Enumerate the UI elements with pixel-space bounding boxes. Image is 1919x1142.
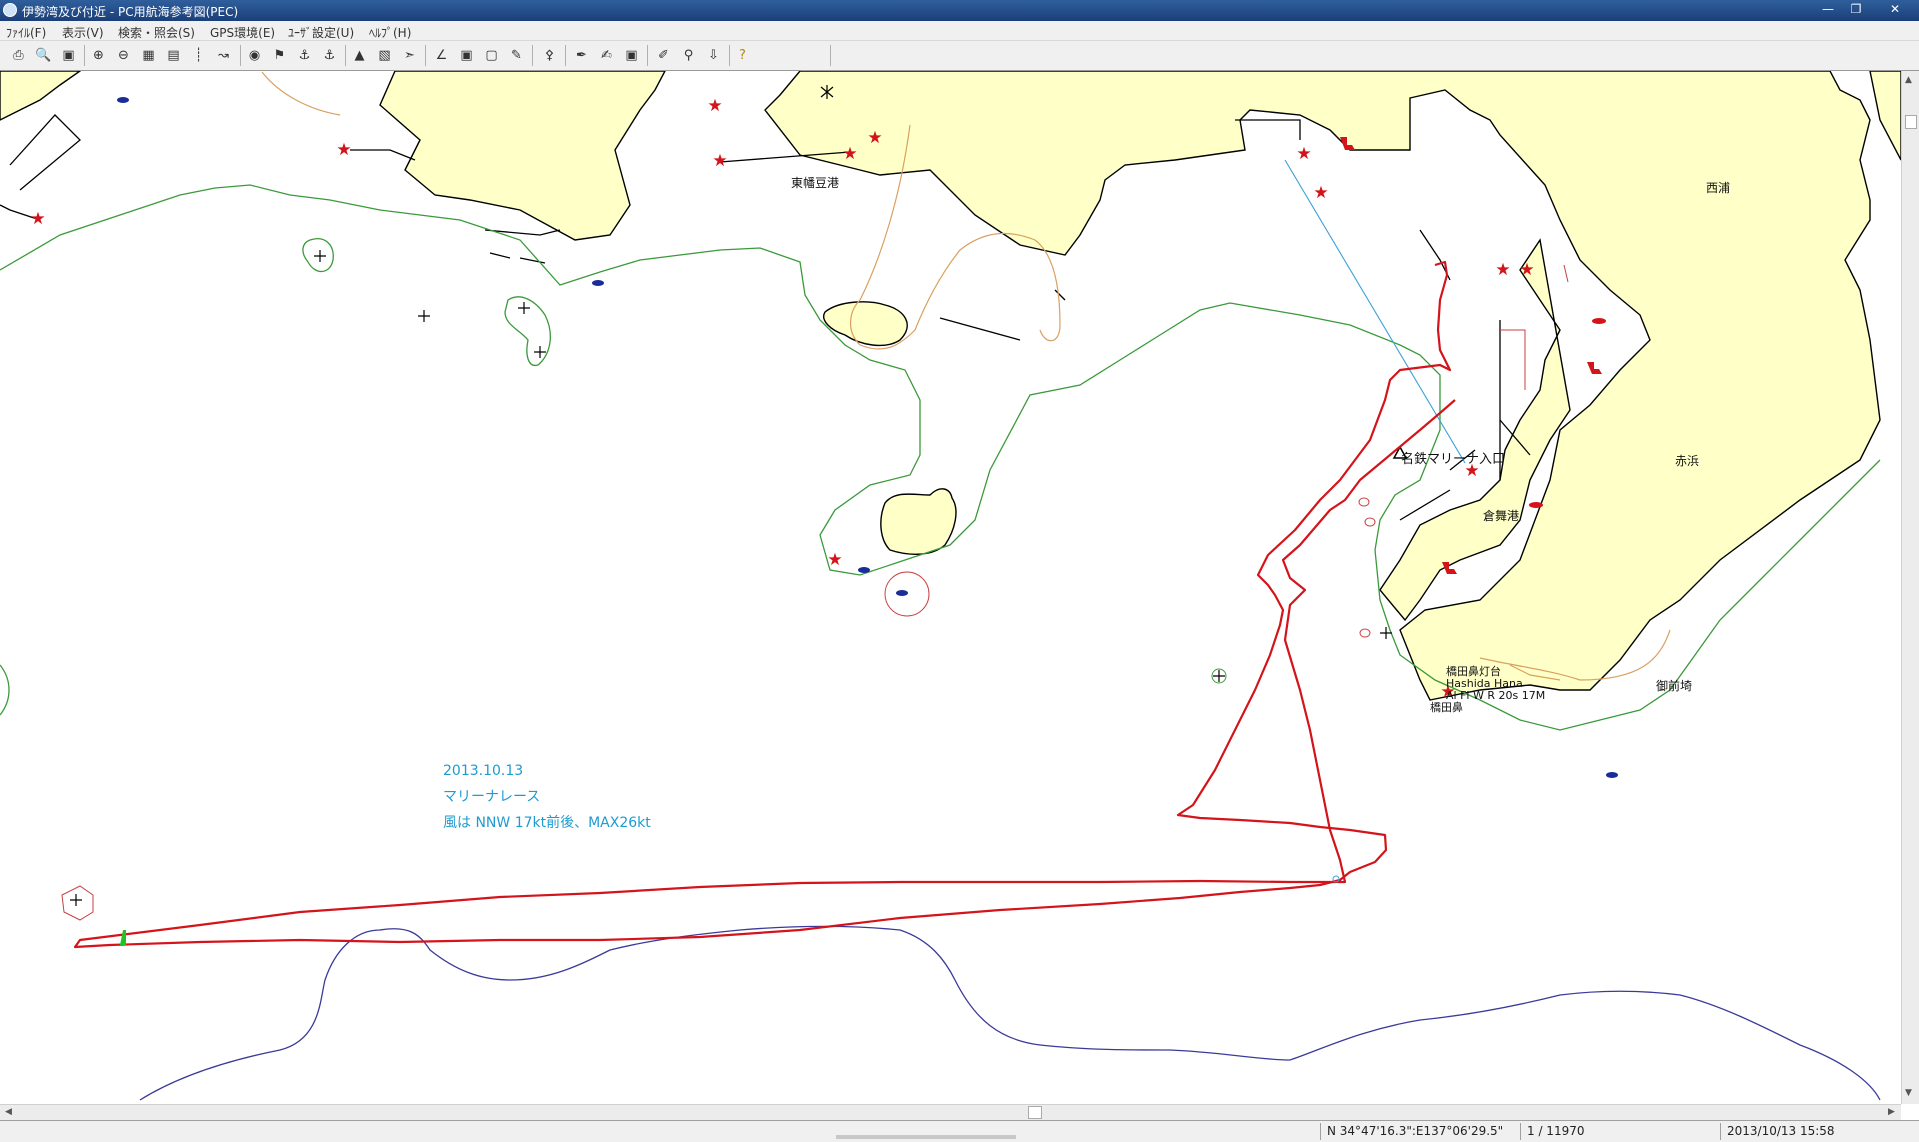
status-bar: N 34°47'16.3":E137°06'29.5" 1 / 11970 20… <box>0 1120 1919 1142</box>
pen-arrow-icon[interactable]: ✒ <box>572 46 591 65</box>
svg-text:★: ★ <box>867 128 882 148</box>
svg-text:★: ★ <box>827 550 842 570</box>
scroll-right-icon[interactable]: ▶ <box>1888 1107 1895 1117</box>
table-icon[interactable]: ▧ <box>375 46 394 65</box>
label-gozensaki: 御前埼 <box>1656 678 1692 693</box>
svg-text:★: ★ <box>712 151 727 171</box>
horizontal-scrollbar[interactable]: ◀ ▶ <box>0 1104 1901 1120</box>
scroll-up-icon[interactable]: ▲ <box>1905 75 1912 85</box>
gps-track <box>73 260 1456 949</box>
label-higashi-hazu: 東幡豆港 <box>791 175 839 190</box>
chart-view[interactable]: ★ ★ ★ ★ ★ ★ ★ ★ ★ ★ ★ ★ ★ 東幡豆港 西浦 赤浜 名鉄マ… <box>0 71 1901 1104</box>
start-marker <box>120 930 126 945</box>
scroll-left-icon[interactable]: ◀ <box>5 1107 12 1117</box>
menu-file[interactable]: ﾌｧｲﾙ(F) <box>6 24 46 41</box>
vertical-scroll-thumb[interactable] <box>1905 115 1917 129</box>
note-edit-icon[interactable]: ✍ <box>597 46 616 65</box>
port-icon[interactable]: ⚓ <box>320 46 339 65</box>
menu-help[interactable]: ﾍﾙﾌﾟ(H) <box>369 24 411 41</box>
annotation-event: マリーナレース <box>443 789 540 805</box>
print-icon[interactable]: ⎙ <box>9 46 28 65</box>
menu-user-settings[interactable]: ﾕｰｻﾞ設定(U) <box>288 24 354 41</box>
mark-search-icon[interactable]: ⚴ <box>540 46 559 65</box>
full-view-icon[interactable]: ▦ <box>139 46 158 65</box>
contour-green-islet-1 <box>302 238 334 273</box>
svg-text:★: ★ <box>707 96 722 116</box>
horizontal-scroll-thumb[interactable] <box>1028 1106 1042 1119</box>
svg-text:★: ★ <box>30 209 45 229</box>
gps-ship-icon[interactable]: ▲ <box>350 46 369 65</box>
status-scale: 1 / 11970 <box>1520 1123 1707 1140</box>
land-areas <box>0 71 1901 701</box>
island-small <box>823 301 908 347</box>
label-hashidabana: 橋田鼻 <box>1430 700 1463 714</box>
scroll-down-icon[interactable]: ▼ <box>1905 1088 1912 1098</box>
ship-icon[interactable]: ⚓ <box>295 46 314 65</box>
menu-search[interactable]: 検索・照会(S) <box>118 24 195 41</box>
svg-text:★: ★ <box>1296 144 1311 164</box>
label-nishiura: 西浦 <box>1706 181 1730 195</box>
land-sw-edge <box>0 71 82 121</box>
mark-zoom-icon[interactable]: ⚲ <box>679 46 698 65</box>
zoom-out-icon[interactable]: ⊖ <box>114 46 133 65</box>
binoculars-icon[interactable]: ◉ <box>245 46 264 65</box>
label-meitetsu-marina: 名鉄マリーナ入口 <box>1401 451 1505 467</box>
print-preview-icon[interactable]: 🔍 <box>34 46 53 65</box>
fish-marks <box>117 97 1618 778</box>
window-title: 伊勢湾及び付近 - PC用航海参考図(PEC) <box>22 5 239 19</box>
label-kurama-port: 倉舞港 <box>1483 508 1519 523</box>
close-icon[interactable]: ✕ <box>1878 1 1912 18</box>
obstruction-marks <box>70 85 1392 906</box>
route-icon[interactable]: ↝ <box>214 46 233 65</box>
app-icon <box>3 3 17 17</box>
menu-view[interactable]: 表示(V) <box>62 24 104 41</box>
zoom-box-icon[interactable]: ▢ <box>482 46 501 65</box>
land-right-top <box>1869 71 1901 161</box>
comment-icon[interactable]: ▣ <box>457 46 476 65</box>
svg-text:★: ★ <box>842 144 857 164</box>
toolbar: ⎙ 🔍 ▣ ⊕ ⊖ ▦ ▤ ┊ ↝ ◉ ⚑ ⚓ ⚓ ▲ ▧ ➣ ∠ ▣ ▢ ✎ … <box>0 41 1919 71</box>
grid-icon[interactable]: ▤ <box>164 46 183 65</box>
label-hashidabana-lighthouse: 橋田鼻灯台 <box>1446 664 1501 678</box>
contour-navy <box>139 925 1881 1101</box>
status-datetime: 2013/10/13 15:58 <box>1720 1123 1917 1140</box>
label-akahama: 赤浜 <box>1675 454 1699 468</box>
save-image-icon[interactable]: ▣ <box>59 46 78 65</box>
title-bar: 伊勢湾及び付近 - PC用航海参考図(PEC) — ❐ ✕ <box>0 0 1919 21</box>
help-icon[interactable]: ? <box>733 46 752 65</box>
buoy-icon[interactable]: ⚑ <box>270 46 289 65</box>
annotation-date: 2013.10.13 <box>443 763 523 779</box>
svg-text:★: ★ <box>336 140 351 160</box>
line-tool-icon[interactable]: ∠ <box>432 46 451 65</box>
land-north-center <box>764 71 1881 701</box>
leading-line <box>1284 159 1466 464</box>
contour-green-west <box>0 664 10 716</box>
land-northwest <box>379 71 666 241</box>
svg-text:★: ★ <box>1313 183 1328 203</box>
measure-icon[interactable]: ┊ <box>189 46 208 65</box>
vertical-scrollbar[interactable]: ▲ ▼ <box>1901 71 1919 1104</box>
contour-green-islet-2 <box>504 296 551 367</box>
zoom-region-icon[interactable]: ▣ <box>622 46 641 65</box>
svg-text:★: ★ <box>1519 260 1534 280</box>
menu-bar: ﾌｧｲﾙ(F) 表示(V) 検索・照会(S) GPS環境(E) ﾕｰｻﾞ設定(U… <box>0 21 1919 41</box>
status-coordinates: N 34°47'16.3":E137°06'29.5" <box>1320 1123 1512 1140</box>
download-mark-icon[interactable]: ⇩ <box>704 46 723 65</box>
edit-mark-icon[interactable]: ✐ <box>654 46 673 65</box>
pier-lines <box>0 114 1531 521</box>
annotation-wind: 風は NNW 17kt前後、MAX26kt <box>443 814 651 831</box>
status-progress <box>830 1123 1016 1140</box>
island-south <box>880 488 957 555</box>
minimize-icon[interactable]: — <box>1815 1 1841 18</box>
restore-icon[interactable]: ❐ <box>1843 1 1869 18</box>
track-icon[interactable]: ➣ <box>400 46 419 65</box>
zoom-in-icon[interactable]: ⊕ <box>89 46 108 65</box>
svg-text:★: ★ <box>1495 260 1510 280</box>
restricted-areas <box>61 264 1569 921</box>
menu-gps[interactable]: GPS環境(E) <box>210 24 275 41</box>
pencil-icon[interactable]: ✎ <box>507 46 526 65</box>
